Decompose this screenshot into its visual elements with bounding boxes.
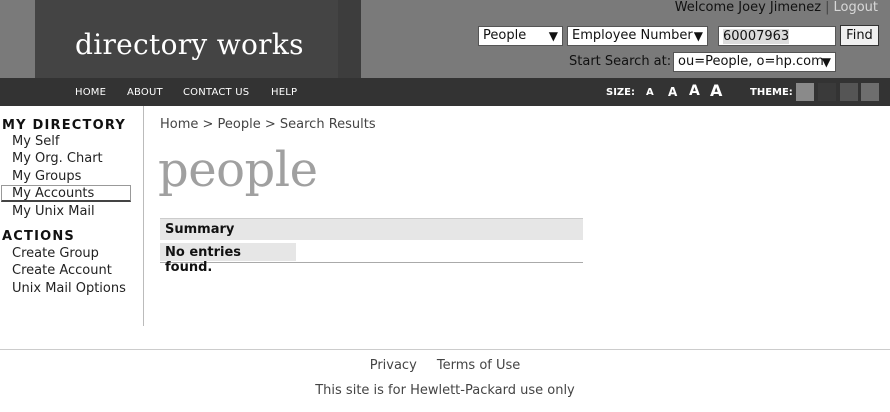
sidebar-item-create-account[interactable]: Create Account	[12, 263, 112, 278]
results-table: Summary No entries found.	[160, 218, 583, 275]
font-size-small[interactable]: A	[646, 87, 654, 98]
theme-swatch[interactable]	[840, 83, 858, 101]
sidebar-item-my-accounts[interactable]: My Accounts	[1, 185, 131, 202]
search-query-value: 60007963	[723, 29, 790, 44]
sidebar-item-unix-mail-options[interactable]: Unix Mail Options	[12, 281, 126, 296]
theme-swatch[interactable]	[861, 83, 879, 101]
sidebar-item-my-unix-mail[interactable]: My Unix Mail	[12, 204, 95, 219]
font-size-medium[interactable]: A	[668, 85, 677, 99]
welcome-text: Welcome Joey Jimenez	[674, 0, 822, 15]
sidebar: MY DIRECTORY My Self My Org. Chart My Gr…	[0, 106, 144, 326]
my-directory-heading: MY DIRECTORY	[2, 118, 126, 133]
logo[interactable]: directory works	[75, 28, 304, 61]
welcome-area: Welcome Joey Jimenez | Logout	[675, 0, 878, 15]
nav-help[interactable]: HELP	[271, 87, 297, 98]
nav-home[interactable]: HOME	[75, 87, 106, 98]
search-attribute-select[interactable]: Employee Number ▼	[567, 26, 708, 46]
search-type-select[interactable]: People ▼	[478, 26, 563, 46]
separator: |	[825, 0, 830, 15]
start-search-label: Start Search at:	[569, 54, 672, 69]
font-size-xlarge[interactable]: A	[710, 81, 722, 100]
footer-links: Privacy Terms of Use	[0, 358, 890, 373]
header: directory works Welcome Joey Jimenez | Log…	[0, 0, 890, 78]
breadcrumb: Home > People > Search Results	[160, 117, 376, 132]
sidebar-item-my-groups[interactable]: My Groups	[12, 169, 81, 184]
font-size-large[interactable]: A	[689, 83, 700, 99]
privacy-link[interactable]: Privacy	[362, 358, 425, 373]
search-base-value: ou=People, o=hp.com	[678, 54, 824, 69]
theme-swatch[interactable]	[796, 83, 814, 101]
footer-note: This site is for Hewlett-Packard use onl…	[315, 383, 575, 398]
sidebar-item-my-org-chart[interactable]: My Org. Chart	[12, 151, 103, 166]
logo-accent	[338, 0, 361, 78]
terms-of-use-link[interactable]: Terms of Use	[429, 358, 528, 373]
footer-divider	[0, 349, 890, 350]
page-title: people	[158, 142, 318, 198]
nav-contact-us[interactable]: CONTACT US	[183, 87, 249, 98]
chevron-down-icon: ▼	[821, 55, 831, 69]
nav-bar: HOME ABOUT CONTACT US HELP SIZE: A A A A…	[0, 78, 890, 106]
theme-label: THEME:	[750, 87, 793, 98]
chevron-down-icon: ▼	[548, 29, 558, 43]
search-type-value: People	[483, 28, 527, 43]
nav-about[interactable]: ABOUT	[127, 87, 163, 98]
find-button[interactable]: Find	[840, 25, 879, 46]
theme-swatch[interactable]	[818, 83, 836, 101]
search-base-select[interactable]: ou=People, o=hp.com ▼	[673, 52, 836, 72]
summary-header: Summary	[160, 219, 583, 240]
chevron-down-icon: ▼	[693, 29, 703, 43]
search-input[interactable]: 60007963	[718, 26, 836, 46]
logo-block: directory works	[35, 0, 361, 78]
sidebar-item-my-self[interactable]: My Self	[12, 134, 59, 149]
no-entries-message: No entries found.	[160, 243, 296, 275]
actions-heading: ACTIONS	[2, 229, 76, 244]
sidebar-item-create-group[interactable]: Create Group	[12, 246, 99, 261]
logout-link[interactable]: Logout	[833, 0, 878, 15]
size-label: SIZE:	[606, 87, 636, 98]
search-attribute-value: Employee Number	[572, 28, 693, 43]
